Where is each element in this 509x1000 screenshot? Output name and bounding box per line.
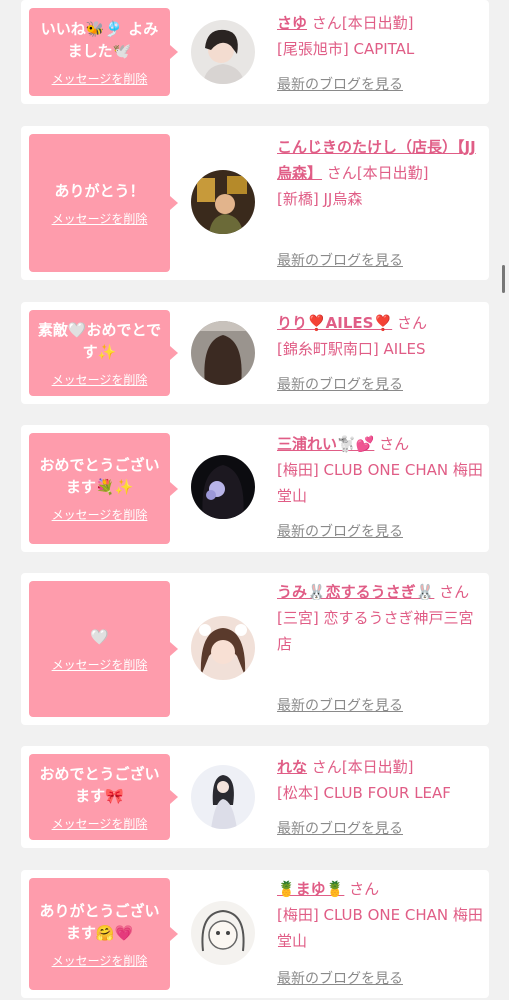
cast-name-link[interactable]: 🍍まゆ🍍 [277, 880, 344, 898]
honorific: さん [396, 314, 427, 332]
blog-link[interactable]: 最新のブログを見る [277, 374, 403, 394]
message-bubble: おめでとうございます🎀 メッセージを削除 [29, 754, 178, 840]
shop-name: [新橋] JJ烏森 [277, 190, 363, 208]
list-item: いいね🐝🎐 よみました🕊️ メッセージを削除 さゆ さん[本日出勤] [尾張旭市… [21, 0, 489, 104]
list-item: ありがとう！ メッセージを削除 こんじきのたけし（店長）【JJ烏森】 さん[本日… [21, 126, 489, 280]
honorific: さん [349, 880, 380, 898]
message-text: ありがとう！ [54, 181, 145, 200]
honorific: さん [311, 14, 342, 32]
delete-message-link[interactable]: メッセージを削除 [52, 506, 148, 523]
honorific: さん [439, 583, 470, 601]
cast-name-link[interactable]: さゆ [277, 14, 307, 32]
blog-link[interactable]: 最新のブログを見る [277, 818, 403, 838]
status-badge: [本日出勤] [356, 164, 429, 182]
message-text: おめでとうございます🎀 [39, 764, 160, 805]
list-item: 🤍 メッセージを削除 うみ🐰恋するうさぎ🐰 さん [三宮] 恋するうさぎ神戸三宮… [21, 573, 489, 725]
avatar[interactable] [191, 901, 255, 965]
blog-link[interactable]: 最新のブログを見る [277, 968, 403, 988]
status-badge: [本日出勤] [341, 758, 414, 776]
cast-name-link[interactable]: 三浦れい🐩💕 [277, 435, 374, 453]
delete-message-link[interactable]: メッセージを削除 [52, 210, 148, 227]
delete-message-link[interactable]: メッセージを削除 [52, 371, 148, 388]
delete-message-link[interactable]: メッセージを削除 [52, 952, 148, 969]
scrollbar[interactable] [502, 265, 505, 293]
list-item: おめでとうございます🎀 メッセージを削除 れな さん[本日出勤] [松本] CL… [21, 746, 489, 848]
list-item: おめでとうございます💐✨ メッセージを削除 三浦れい🐩💕 さん [梅田] CLU… [21, 425, 489, 552]
cast-name-link[interactable]: うみ🐰恋するうさぎ🐰 [277, 583, 434, 601]
shop-name: [梅田] CLUB ONE CHAN 梅田堂山 [277, 461, 483, 505]
shop-name: [松本] CLUB FOUR LEAF [277, 784, 451, 802]
blog-link[interactable]: 最新のブログを見る [277, 695, 403, 715]
message-bubble: ありがとう！ メッセージを削除 [29, 134, 178, 272]
avatar[interactable] [191, 616, 255, 680]
shop-name: [三宮] 恋するうさぎ神戸三宮店 [277, 609, 474, 653]
message-text: おめでとうございます💐✨ [39, 456, 160, 496]
message-bubble: 🤍 メッセージを削除 [29, 581, 178, 717]
blog-link[interactable]: 最新のブログを見る [277, 250, 403, 270]
avatar[interactable] [191, 170, 255, 234]
status-badge: [本日出勤] [341, 14, 414, 32]
cast-name-link[interactable]: れな [277, 758, 307, 776]
message-text: いいね🐝🎐 よみました🕊️ [40, 19, 159, 60]
message-text: 素敵🤍おめでとです✨ [37, 320, 162, 361]
shop-name: [尾張旭市] CAPITAL [277, 40, 415, 58]
delete-message-link[interactable]: メッセージを削除 [52, 656, 148, 673]
delete-message-link[interactable]: メッセージを削除 [52, 815, 148, 832]
avatar[interactable] [191, 455, 255, 519]
honorific: さん [326, 164, 357, 182]
message-bubble: 素敵🤍おめでとです✨ メッセージを削除 [29, 310, 178, 396]
shop-name: [梅田] CLUB ONE CHAN 梅田堂山 [277, 906, 483, 950]
list-item: ありがとうございます🤗💗 メッセージを削除 🍍まゆ🍍 さん [梅田] CLUB … [21, 870, 489, 998]
blog-link[interactable]: 最新のブログを見る [277, 74, 403, 94]
list-item: 素敵🤍おめでとです✨ メッセージを削除 りり❣️AILES❣️ さん [錦糸町駅… [21, 302, 489, 404]
message-bubble: おめでとうございます💐✨ メッセージを削除 [29, 433, 178, 544]
message-bubble: ありがとうございます🤗💗 メッセージを削除 [29, 878, 178, 990]
message-text: ありがとうございます🤗💗 [39, 901, 160, 942]
avatar[interactable] [191, 765, 255, 829]
avatar[interactable] [191, 20, 255, 84]
avatar[interactable] [191, 321, 255, 385]
message-bubble: いいね🐝🎐 よみました🕊️ メッセージを削除 [29, 8, 178, 96]
honorific: さん [379, 435, 410, 453]
honorific: さん [311, 758, 342, 776]
message-text: 🤍 [90, 627, 109, 646]
shop-name: [錦糸町駅南口] AILES [277, 340, 426, 358]
cast-name-link[interactable]: りり❣️AILES❣️ [277, 314, 392, 332]
delete-message-link[interactable]: メッセージを削除 [52, 70, 148, 87]
blog-link[interactable]: 最新のブログを見る [277, 521, 403, 541]
